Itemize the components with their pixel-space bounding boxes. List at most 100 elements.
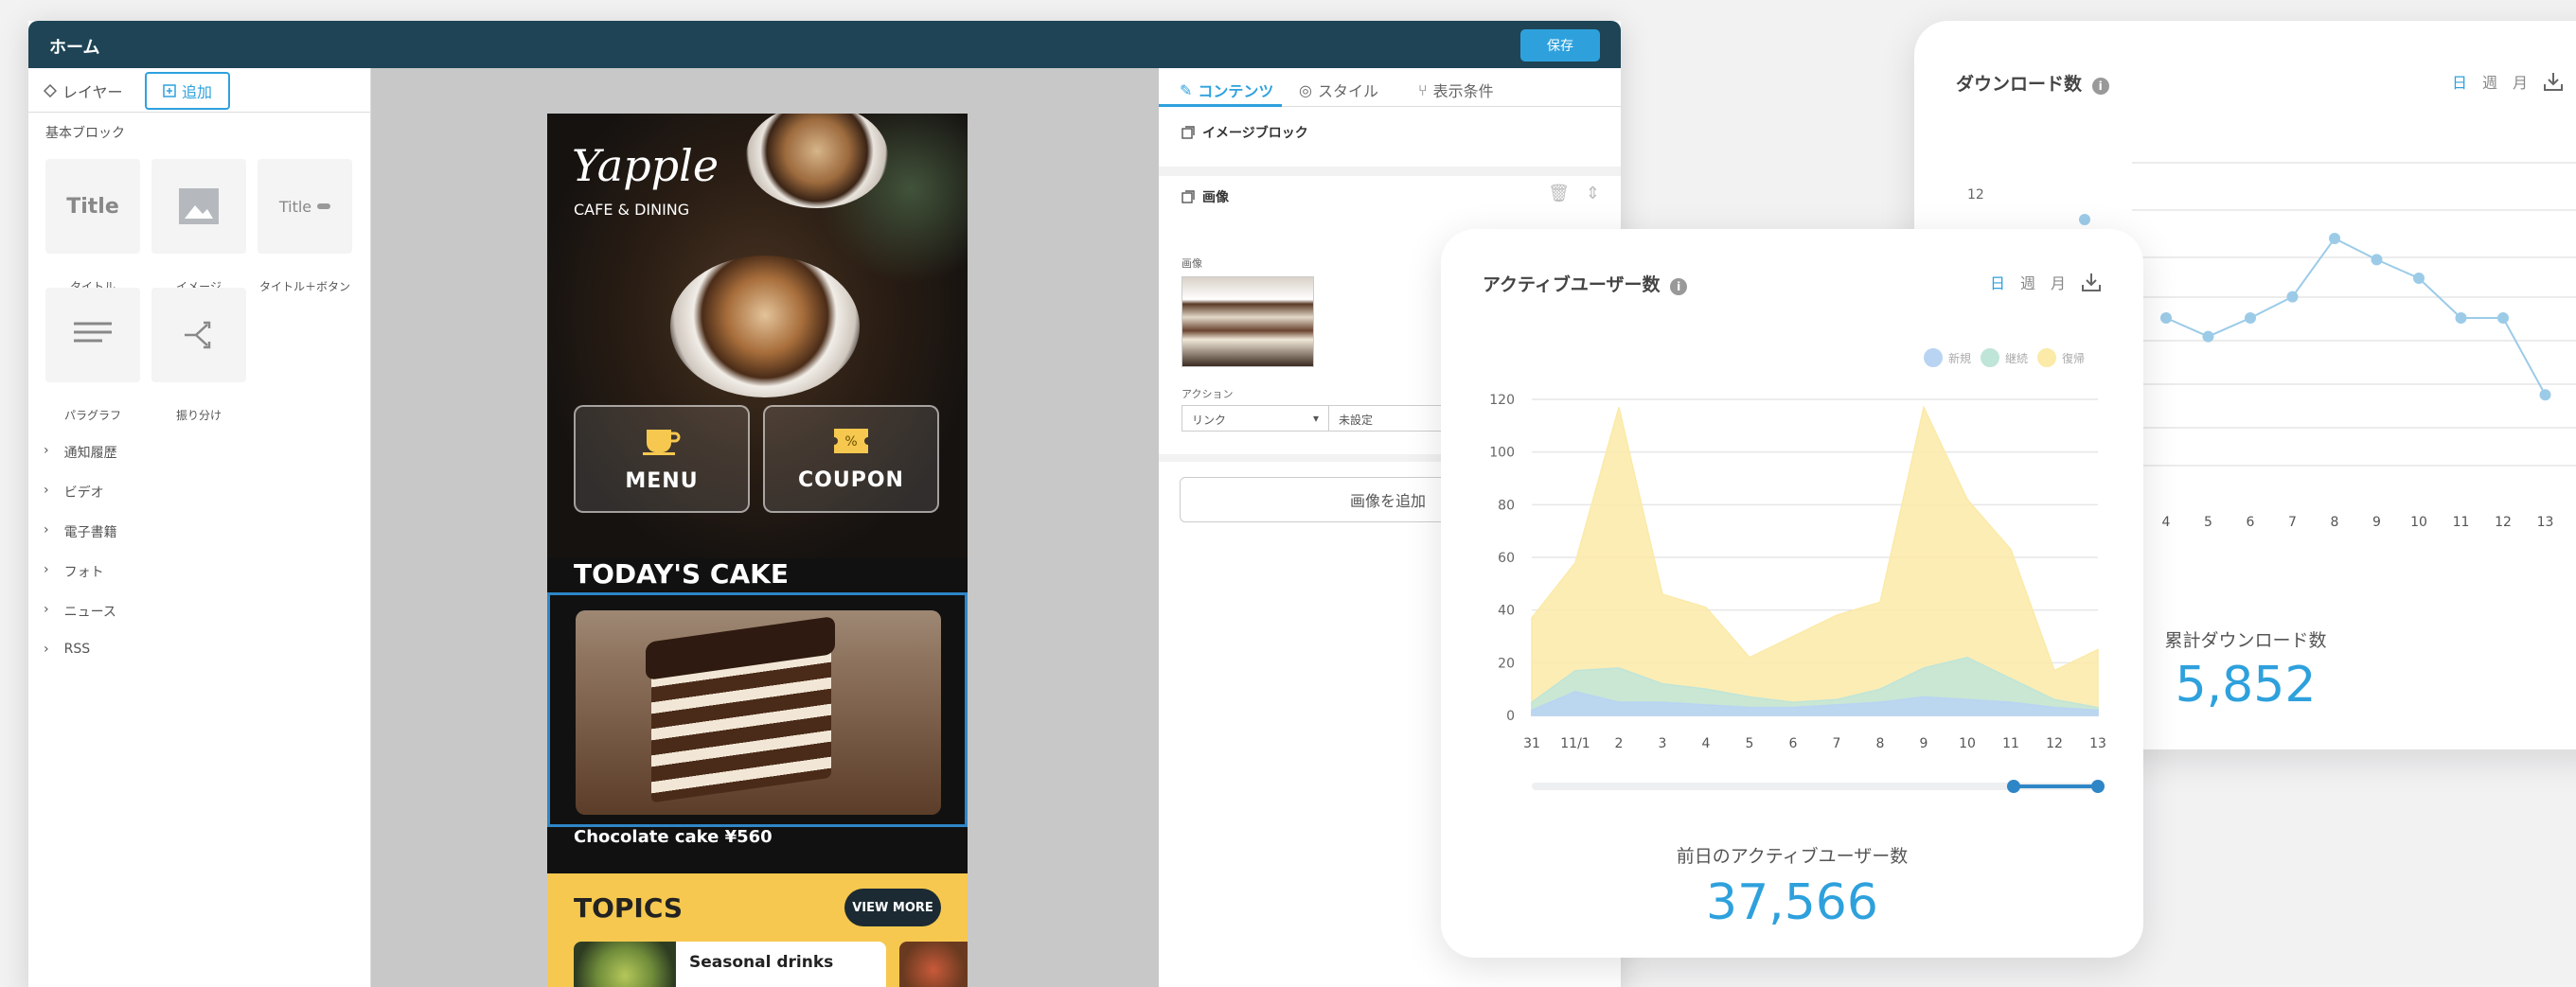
coupon-icon: % [834, 428, 868, 453]
x-tick-label: 5 [1746, 736, 1754, 751]
save-button[interactable]: 保存 [1520, 29, 1600, 62]
block-title-button[interactable]: Title [258, 159, 352, 254]
data-point [2371, 254, 2383, 266]
active-users-summary-value: 37,566 [1706, 874, 1878, 931]
chevron-right-icon: › [44, 522, 49, 538]
data-point [2160, 312, 2172, 324]
legend-swatch [2035, 346, 2058, 369]
x-tick-label: 13 [2089, 736, 2106, 751]
data-point [2286, 291, 2299, 303]
tab-layer-label: レイヤー [62, 83, 123, 101]
x-tick-label: 10 [2410, 515, 2427, 530]
active-users-summary-label: 前日のアクティブユーザー数 [1676, 846, 1909, 867]
image-section-header: 画像 [1181, 187, 1229, 206]
chevron-right-icon: › [44, 642, 49, 657]
tab-add[interactable]: 追加 [145, 72, 230, 110]
topics-title: TOPICS [574, 892, 684, 924]
coupon-label: COUPON [798, 467, 904, 492]
x-tick-label: 7 [2288, 515, 2297, 530]
image-block-title: イメージブロック [1202, 126, 1308, 141]
pencil-icon: ✎ [1180, 80, 1193, 99]
topic-title: Seasonal drinks [689, 953, 834, 972]
x-tick-label: 9 [2372, 515, 2381, 530]
x-tick-label: 12 [2046, 736, 2063, 751]
range-slider-handle-left [2007, 780, 2020, 793]
tab-conditions[interactable]: ⑂ 表示条件 [1418, 74, 1494, 106]
topics-section: TOPICS VIEW MORE Seasonal drinks [547, 873, 968, 987]
line-series [2165, 237, 2547, 396]
data-point [2539, 389, 2551, 401]
x-tick-label: 9 [1920, 736, 1928, 751]
image-section-title: 画像 [1202, 190, 1229, 205]
topic-next-thumbnail[interactable] [899, 942, 968, 987]
tab-style[interactable]: ◎ スタイル [1299, 74, 1378, 106]
tab-conditions-label: 表示条件 [1432, 82, 1494, 100]
trash-icon[interactable]: 🗑 [1548, 184, 1570, 203]
layer-icon [44, 84, 57, 97]
action-label: アクション [1181, 388, 1234, 400]
x-tick-label: 5 [2204, 515, 2212, 530]
x-tick-label: 12 [2495, 515, 2512, 530]
legend-label: 新規 [1948, 351, 1971, 365]
category-label: 通知履歴 [63, 446, 117, 461]
brand-logo: Yapple [572, 140, 720, 191]
block-paragraph[interactable] [45, 288, 140, 382]
title-icon: Title [66, 194, 119, 219]
today-cake-title: TODAY'S CAKE [574, 558, 789, 590]
x-tick-label: 4 [1702, 736, 1711, 751]
x-tick-label: 3 [1659, 736, 1667, 751]
category-video[interactable]: › ビデオ [44, 483, 104, 502]
data-point [2455, 312, 2467, 324]
cake-image [576, 610, 941, 815]
move-icon[interactable]: ⇕ [1586, 184, 1600, 203]
x-tick-label: 31 [1523, 736, 1540, 751]
x-tick-label: 11 [2453, 515, 2470, 530]
category-rss[interactable]: › RSS [44, 642, 90, 657]
chevron-right-icon: › [44, 562, 49, 577]
category-label: ビデオ [63, 485, 104, 501]
action-select[interactable]: リンク ▾ [1181, 405, 1329, 432]
data-point [2413, 273, 2425, 284]
legend-swatch [1922, 346, 1945, 369]
block-image[interactable] [151, 159, 246, 254]
category-notifications[interactable]: › 通知履歴 [44, 443, 117, 462]
action-select-value: リンク [1192, 414, 1227, 427]
menu-button[interactable]: MENU [574, 405, 750, 513]
block-branch[interactable] [151, 288, 246, 382]
block-paragraph-label: パラグラフ [63, 409, 121, 422]
image-icon [179, 188, 219, 224]
active-users-card: アクティブユーザー数 i 日 週 月 0 20 40 60 80 100 120 31 11/1… [1441, 229, 2143, 958]
legend-label: 継続 [2005, 351, 2028, 365]
x-tick-label: 8 [1876, 736, 1885, 751]
active-users-chart: 0 20 40 60 80 100 120 31 11/1 2 3 4 5 6 7 8 9 10 11 12 13 新規 継… [1489, 346, 2106, 793]
x-tick-label: 11/1 [1560, 736, 1590, 751]
selected-image-block[interactable] [547, 592, 968, 827]
x-tick-label: 8 [2331, 515, 2339, 530]
tab-add-label: 追加 [181, 83, 212, 101]
image-block-header: イメージブロック [1181, 123, 1308, 142]
data-point [2079, 214, 2090, 225]
y-tick-label: 120 [1489, 393, 1515, 408]
category-photo[interactable]: › フォト [44, 562, 104, 581]
svg-text:%: % [844, 434, 857, 449]
view-more-button[interactable]: VIEW MORE [844, 889, 941, 926]
left-panel: レイヤー 追加 基本ブロック Title タイトル イメージ Title タイト… [28, 68, 371, 987]
category-label: 電子書籍 [63, 525, 117, 540]
basic-blocks-title: 基本ブロック [45, 126, 125, 141]
tab-layer[interactable]: レイヤー [44, 72, 123, 110]
tab-content-label: コンテンツ [1198, 82, 1274, 100]
topic-card[interactable]: Seasonal drinks [574, 942, 886, 987]
block-title[interactable]: Title [45, 159, 140, 254]
x-tick-label: 10 [1959, 736, 1976, 751]
coupon-button[interactable]: % COUPON [763, 405, 939, 513]
y-tick-label: 40 [1498, 604, 1515, 619]
range-slider-handle-right [2091, 780, 2105, 793]
legend-label: 復帰 [2062, 351, 2085, 365]
category-news[interactable]: › ニュース [44, 602, 116, 621]
image-thumbnail[interactable] [1181, 276, 1314, 367]
phone-preview: Yapple CAFE & DINING MENU % COUPON TODAY… [547, 114, 968, 987]
category-ebook[interactable]: › 電子書籍 [44, 522, 117, 541]
tab-content[interactable]: ✎ コンテンツ [1180, 74, 1273, 106]
data-point [2245, 312, 2256, 324]
y-tick-label: 100 [1489, 446, 1515, 461]
